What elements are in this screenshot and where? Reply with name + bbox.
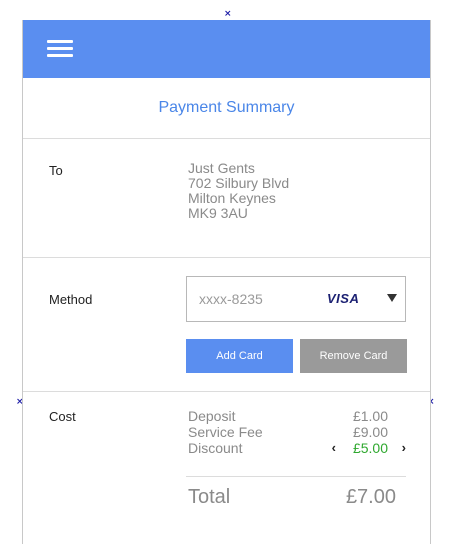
cost-line-name: Deposit (188, 408, 236, 424)
payment-screen: Payment Summary To Just Gents 702 Silbur… (22, 20, 431, 544)
cost-line-discount: Discount ‹ £5.00 › (188, 440, 408, 456)
app-bar (23, 20, 430, 78)
total-label: Total (188, 486, 231, 508)
card-number: xxxx-8235 (199, 291, 263, 307)
card-select-dropdown[interactable]: xxxx-8235 VISA (186, 276, 406, 322)
total-divider (186, 476, 406, 477)
cross-marker-top: × (224, 9, 232, 19)
cost-line-name: Service Fee (188, 424, 263, 440)
title-row: Payment Summary (23, 78, 430, 139)
menu-bar-line (47, 47, 73, 50)
cost-line-amount: £1.00 (352, 408, 388, 424)
dropdown-arrow-icon (387, 294, 397, 302)
cost-line-amount: £9.00 (352, 424, 388, 440)
to-section: To Just Gents 702 Silbury Blvd Milton Ke… (23, 139, 430, 258)
total-row: Total £7.00 (188, 486, 408, 512)
screen: × × × Payment Summary To Just Gents 702 … (0, 0, 453, 544)
address-line: 702 Silbury Blvd (188, 175, 290, 191)
cost-breakdown: Deposit £1.00 Service Fee £9.00 Discount… (188, 408, 408, 456)
total-amount: £7.00 (345, 486, 396, 508)
remove-card-button[interactable]: Remove Card (300, 339, 407, 373)
menu-bar-line (47, 40, 73, 43)
menu-bar-line (47, 54, 73, 57)
hamburger-menu-icon[interactable] (47, 40, 73, 58)
method-label: Method (49, 292, 93, 307)
cost-section: Cost Deposit £1.00 Service Fee £9.00 Dis… (23, 392, 430, 542)
add-card-button[interactable]: Add Card (186, 339, 293, 373)
chevron-left-icon[interactable]: ‹ (332, 440, 336, 455)
address-line: Milton Keynes (188, 190, 276, 206)
to-label: To (49, 163, 63, 178)
cost-line-deposit: Deposit £1.00 (188, 408, 408, 424)
cost-label: Cost (49, 409, 76, 424)
discount-amount: £5.00 (352, 440, 388, 456)
recipient-address: Just Gents 702 Silbury Blvd Milton Keyne… (188, 161, 289, 221)
cost-line-name: Discount (188, 440, 243, 456)
visa-logo-icon: VISA (327, 291, 360, 306)
method-section: Method xxxx-8235 VISA Add Card Remove Ca… (23, 258, 430, 392)
address-line: MK9 3AU (188, 205, 248, 221)
address-line: Just Gents (188, 160, 255, 176)
cost-line-service-fee: Service Fee £9.00 (188, 424, 408, 440)
page-title: Payment Summary (158, 99, 295, 116)
chevron-right-icon[interactable]: › (402, 440, 406, 455)
